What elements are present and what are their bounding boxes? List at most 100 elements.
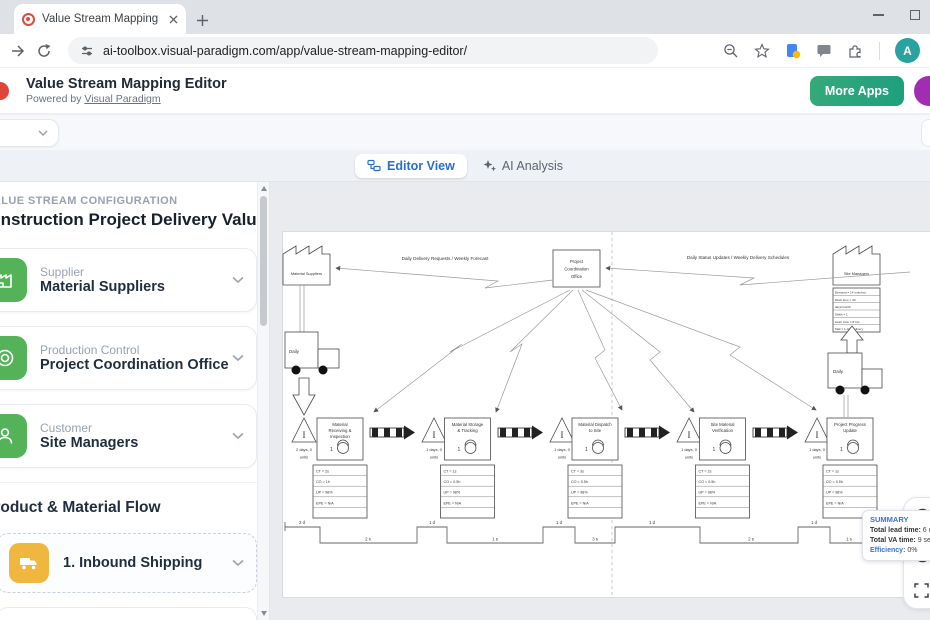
push-arrow[interactable] [370, 426, 415, 440]
supplier-factory-shape[interactable]: Material Suppliers [283, 246, 330, 285]
scroll-down-icon[interactable] [261, 611, 267, 616]
push-arrow[interactable] [625, 426, 670, 440]
comment-icon[interactable] [816, 43, 832, 59]
tab-editor-view[interactable]: Editor View [355, 154, 467, 178]
scrollbar-thumb[interactable] [260, 196, 267, 326]
svg-text:Shifts = 1: Shifts = 1 [835, 312, 848, 316]
svg-text:1 d: 1 d [556, 520, 562, 525]
production-control-shape[interactable]: Project Coordination Office [553, 250, 600, 287]
svg-text:Material Storage: Material Storage [452, 422, 484, 427]
tab-ai-analysis[interactable]: AI Analysis [471, 154, 575, 178]
customer-factory-shape[interactable]: Site Managers [833, 246, 880, 285]
flow-section-heading: Product & Material Flow [0, 499, 269, 517]
timeline[interactable]: 2 d 1 d 1 d 1 d 1 d 2 s 1 s 3 s 2 s 1 s [285, 520, 878, 543]
chevron-down-icon[interactable] [232, 432, 244, 440]
toolbar-partial-button[interactable] [921, 119, 930, 147]
vsm-diagram[interactable]: Material Suppliers Project Coordination … [270, 182, 930, 620]
supplier-card[interactable]: Supplier Material Suppliers [0, 248, 257, 312]
svg-text:Daily: Daily [833, 369, 844, 374]
file-menu-dropdown[interactable]: e [0, 119, 59, 147]
svg-text:3 s: 3 s [592, 537, 598, 542]
svg-text:CO = 1h: CO = 1h [316, 480, 330, 484]
inventory-triangle[interactable]: I 1 days, 0 units [677, 418, 701, 460]
chevron-down-icon[interactable] [232, 276, 244, 284]
production-control-card[interactable]: Production Control Project Coordination … [0, 326, 257, 390]
push-arrow[interactable] [753, 426, 798, 440]
inbound-shipping-card[interactable]: 1. Inbound Shipping [0, 533, 257, 593]
svg-text:units: units [430, 455, 438, 460]
svg-text:CT = 2s: CT = 2s [699, 470, 712, 474]
process-box[interactable]: Material Storage & Tracking 1 CT = 1s CO… [441, 418, 495, 518]
browser-toolbar: ai-toolbox.visual-paradigm.com/app/value… [0, 34, 930, 68]
new-tab-button[interactable] [196, 14, 209, 27]
sidebar-scrollbar[interactable] [257, 182, 269, 620]
scroll-up-icon[interactable] [261, 186, 267, 191]
svg-text:Receiving &: Receiving & [329, 428, 352, 433]
account-avatar[interactable] [914, 76, 930, 106]
powered-by: Powered by Visual Paradigm [26, 93, 227, 105]
browser-tab[interactable]: Value Stream Mapping Editor [14, 4, 186, 34]
svg-text:I: I [688, 430, 691, 440]
window-maximize-icon[interactable] [910, 10, 920, 20]
svg-text:1 days, 0: 1 days, 0 [426, 447, 443, 452]
svg-text:Project Progress: Project Progress [834, 422, 866, 427]
visual-paradigm-link[interactable]: Visual Paradigm [84, 93, 160, 105]
svg-text:Coordination: Coordination [564, 267, 589, 272]
info-arrow-to-supplier[interactable] [336, 268, 553, 288]
inbound-shipping-label: 1. Inbound Shipping [63, 555, 218, 571]
svg-text:UP = 98%: UP = 98% [699, 491, 716, 495]
summary-panel: SUMMARY Total lead time: 6 days Total VA… [862, 510, 930, 561]
window-minimize-icon[interactable] [873, 14, 884, 15]
site-info-icon[interactable] [80, 44, 94, 58]
customer-data-box[interactable]: Demand = 14 units/mo Work time = 20 days… [833, 288, 880, 332]
svg-text:days/month: days/month [835, 305, 851, 309]
svg-text:1: 1 [713, 447, 716, 453]
tab-close-icon[interactable] [169, 15, 178, 24]
svg-text:EPE = N/A: EPE = N/A [826, 501, 844, 505]
customer-truck[interactable]: Daily [828, 353, 882, 395]
svg-text:1: 1 [585, 447, 588, 453]
svg-text:1 s: 1 s [846, 537, 852, 542]
svg-text:Demand = 14 units/mo: Demand = 14 units/mo [835, 291, 866, 295]
inventory-triangle[interactable]: I 1 days, 0 units [550, 418, 574, 460]
info-arrow-left-label: Daily Delivery Requests / Weekly Forecas… [402, 256, 489, 261]
inventory-triangle[interactable]: I 2 days, 0 units [292, 418, 316, 460]
role-label: Customer [40, 421, 219, 435]
zoom-out-page-icon[interactable] [723, 43, 739, 59]
svg-text:1 d: 1 d [811, 520, 817, 525]
extensions-puzzle-icon[interactable] [847, 42, 864, 59]
process-box[interactable]: Site Material Verification 1 CT = 2s CO … [696, 418, 750, 518]
supplier-truck[interactable]: Daily [285, 332, 339, 375]
address-bar[interactable]: ai-toolbox.visual-paradigm.com/app/value… [68, 37, 658, 64]
chevron-down-icon[interactable] [232, 559, 244, 567]
profile-avatar[interactable]: A [895, 38, 920, 63]
svg-text:2 s: 2 s [365, 537, 371, 542]
inventory-triangle[interactable]: I 1 days, 0 units [422, 418, 446, 460]
role-name: Material Suppliers [40, 279, 219, 295]
toolbar-divider [879, 42, 880, 60]
svg-text:1: 1 [840, 447, 843, 453]
config-section-heading: VALUE STREAM CONFIGURATION [0, 195, 269, 207]
summary-lead-time: Total lead time: 6 days [870, 526, 930, 536]
more-apps-button[interactable]: More Apps [810, 76, 904, 106]
diagram-canvas[interactable]: Material Suppliers Project Coordination … [270, 182, 930, 620]
role-label: Production Control [40, 343, 219, 357]
process-box[interactable]: Material Receiving & Inspection 1 CT = 2… [313, 418, 367, 518]
bookmark-star-icon[interactable] [754, 43, 770, 59]
tab-ai-label: AI Analysis [502, 159, 563, 173]
process-box[interactable]: Project Progress Update 1 CT = 1s CO = 0… [823, 418, 877, 518]
fit-to-screen-icon[interactable] [914, 583, 929, 598]
inventory-triangle[interactable]: I 1 days, 0 units [805, 418, 829, 460]
extension-badge-icon[interactable] [785, 43, 801, 59]
app-title: Value Stream Mapping Editor [26, 76, 227, 93]
customer-card[interactable]: Customer Site Managers [0, 404, 257, 468]
process-box[interactable]: Material Dispatch to Site 1 CT = 3s CO =… [568, 418, 622, 518]
chevron-down-icon[interactable] [232, 354, 244, 362]
forward-icon[interactable] [10, 43, 26, 59]
role-name: Site Managers [40, 435, 219, 451]
svg-text:1: 1 [458, 447, 461, 453]
reload-icon[interactable] [36, 43, 52, 59]
push-arrow[interactable] [498, 426, 543, 440]
svg-text:EPE = N/A: EPE = N/A [699, 501, 717, 505]
inventory-box-card[interactable]: Inventory Box [0, 607, 257, 620]
